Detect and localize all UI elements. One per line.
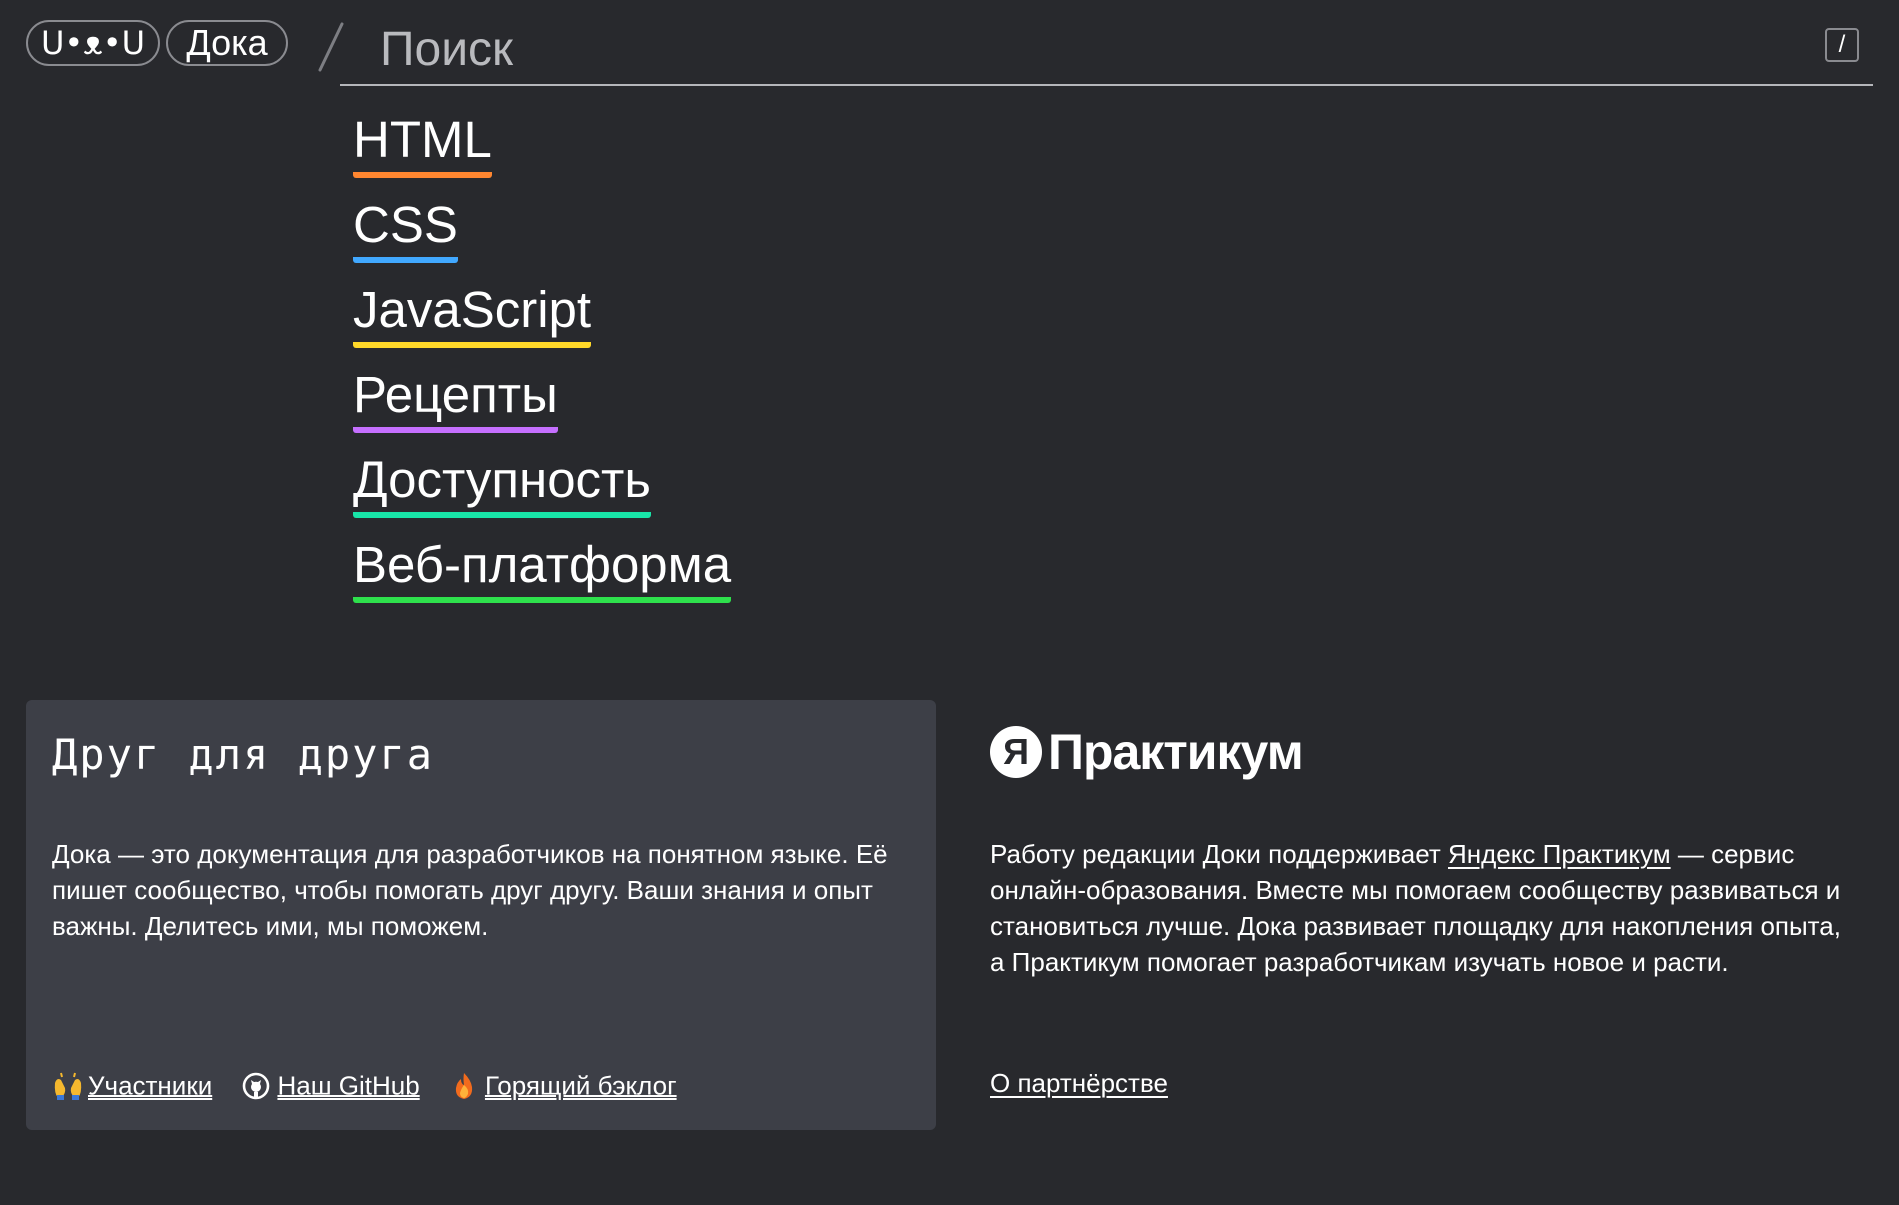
praktikum-logo: Я Практикум: [990, 724, 1304, 780]
backlog-link-label: Горящий бэклог: [484, 1070, 677, 1101]
nav-link-web-platform[interactable]: Веб-платформа: [353, 533, 732, 603]
about-card-links: Участники Наш GitHub Горящий бэклог: [52, 1068, 699, 1101]
nav-item-web-platform: Веб-платформа: [353, 533, 732, 618]
partner-description: Работу редакции Доки поддерживает Яндекс…: [990, 836, 1850, 980]
fire-icon: [449, 1071, 481, 1101]
nav-item-css: CSS: [353, 193, 731, 278]
section-nav: HTML CSS JavaScript Рецепты Доступность …: [353, 108, 732, 618]
nav-link-css[interactable]: CSS: [353, 193, 458, 263]
participants-link-label: Участники: [88, 1070, 213, 1101]
github-link[interactable]: Наш GitHub: [241, 1069, 420, 1102]
backlog-link[interactable]: Горящий бэклог: [449, 1069, 677, 1102]
nav-link-accessibility[interactable]: Доступность: [353, 448, 651, 518]
search-hotkey-badge: /: [1825, 28, 1859, 62]
nav-item-html: HTML: [353, 108, 731, 193]
nav-link-javascript[interactable]: JavaScript: [353, 278, 592, 348]
site-name-link[interactable]: Дока: [166, 20, 288, 66]
praktikum-logo-name: Практикум: [1048, 724, 1304, 780]
nav-item-recipes: Рецепты: [353, 363, 731, 448]
github-link-label: Наш GitHub: [277, 1070, 420, 1101]
search-bar: /: [340, 18, 1873, 86]
nav-item-accessibility: Доступность: [353, 448, 731, 533]
yandex-logo-icon: Я: [990, 726, 1042, 778]
site-header: U•ᴥ•U Дока /: [26, 18, 1873, 88]
raised-hands-icon: [52, 1071, 84, 1101]
yandex-praktikum-link[interactable]: Яндекс Практикум: [1448, 839, 1671, 869]
about-card-text: Дока — это документация для разработчико…: [52, 839, 888, 941]
nav-link-recipes[interactable]: Рецепты: [353, 363, 558, 433]
partnership-link[interactable]: О партнёрстве: [990, 1068, 1168, 1098]
participants-link[interactable]: Участники: [52, 1069, 212, 1102]
nav-item-javascript: JavaScript: [353, 278, 731, 363]
about-card-title: Друг для друга: [52, 730, 435, 779]
partner-section: Я Практикум Работу редакции Доки поддерж…: [990, 700, 1850, 1130]
search-input[interactable]: [340, 18, 1740, 80]
about-card: Друг для друга Дока — это документация д…: [26, 700, 936, 1130]
logo-link[interactable]: U•ᴥ•U: [26, 20, 160, 66]
partner-text-start: Работу редакции Доки поддерживает: [990, 839, 1448, 869]
nav-link-html[interactable]: HTML: [353, 108, 492, 178]
github-icon: [241, 1071, 273, 1101]
